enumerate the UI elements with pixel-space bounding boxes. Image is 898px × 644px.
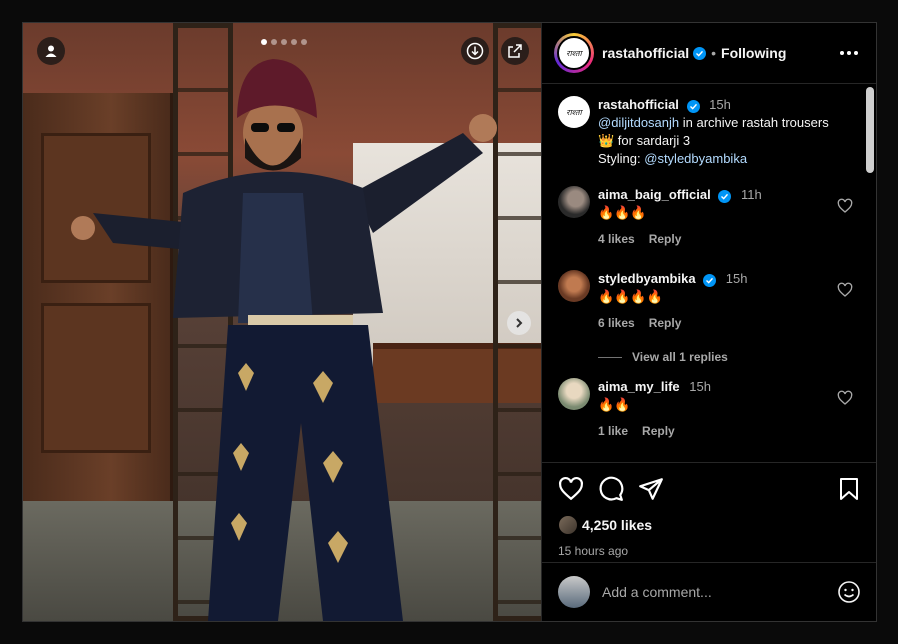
- share-out-icon: [508, 44, 522, 58]
- comment-item: styledbyambika 15h 🔥🔥🔥🔥 6 likes Reply: [558, 270, 861, 332]
- author-avatar[interactable]: राश्ता: [554, 33, 594, 73]
- comment-time: 11h: [740, 187, 762, 202]
- chevron-right-icon: [516, 318, 523, 328]
- author-avatar-image: राश्ता: [557, 36, 591, 70]
- comment-time: 15h: [689, 379, 711, 394]
- tagged-users-button[interactable]: [37, 37, 65, 65]
- liker-avatar: [558, 515, 578, 535]
- comment-item: aima_baig_official 11h 🔥🔥🔥 4 likes Reply: [558, 186, 861, 248]
- comment-body: aima_baig_official 11h 🔥🔥🔥 4 likes Reply: [598, 186, 836, 248]
- person-photo: [71, 59, 497, 621]
- comment-likes[interactable]: 1 like: [598, 422, 628, 440]
- open-external-button[interactable]: [501, 37, 529, 65]
- more-icon: [840, 51, 844, 55]
- comment-item: aima_my_life 15h 🔥🔥 1 like Reply: [558, 378, 861, 440]
- comment-text: 🔥🔥🔥: [598, 205, 647, 220]
- action-bar: [558, 475, 861, 503]
- view-replies-label: View all 1 replies: [632, 350, 728, 364]
- comment-likes[interactable]: 4 likes: [598, 230, 635, 248]
- verified-badge-icon: [693, 46, 707, 60]
- add-comment-bar: [542, 562, 876, 621]
- carousel-dot: [291, 39, 297, 45]
- comments-scrollbar[interactable]: [866, 87, 874, 173]
- likes-count[interactable]: 4,250 likes: [582, 517, 652, 533]
- emoji-icon[interactable]: [837, 580, 861, 604]
- post-side-panel: राश्ता rastahofficial • Following राश्ता…: [541, 23, 876, 621]
- heart-icon[interactable]: [837, 282, 853, 298]
- post-header: राश्ता rastahofficial • Following: [542, 23, 876, 84]
- bookmark-icon[interactable]: [837, 476, 861, 502]
- comment-username[interactable]: aima_baig_official: [598, 187, 711, 202]
- comment-body: styledbyambika 15h 🔥🔥🔥🔥 6 likes Reply: [598, 270, 836, 332]
- comment-text: 🔥🔥🔥🔥: [598, 289, 663, 304]
- brand-logo: राश्ता: [566, 107, 582, 117]
- heart-icon[interactable]: [558, 476, 584, 502]
- verified-badge-icon: [718, 190, 732, 203]
- mention-link[interactable]: @diljitdosanjh: [598, 115, 679, 130]
- comment-username[interactable]: styledbyambika: [598, 271, 696, 286]
- more-options-button[interactable]: [834, 45, 864, 61]
- verified-badge-icon: [686, 100, 700, 113]
- comments-list[interactable]: राश्ता rastahofficial 15h @diljitdosanjh…: [542, 84, 876, 462]
- carousel-dot: [261, 39, 267, 45]
- post-actions: 4,250 likes 15 hours ago: [542, 462, 876, 562]
- caption-time: 15h: [709, 97, 731, 112]
- avatar[interactable]: राश्ता: [558, 96, 590, 128]
- brand-logo: राश्ता: [566, 48, 582, 58]
- carousel-dot: [301, 39, 307, 45]
- caption-text: Styling:: [598, 151, 645, 166]
- send-icon[interactable]: [638, 476, 664, 502]
- divider: [598, 356, 622, 358]
- separator-dot: •: [711, 45, 717, 61]
- download-button[interactable]: [461, 37, 489, 65]
- download-icon: [466, 42, 484, 60]
- carousel-dot: [281, 39, 287, 45]
- next-slide-button[interactable]: [507, 311, 531, 335]
- comment-body: aima_my_life 15h 🔥🔥 1 like Reply: [598, 378, 836, 440]
- view-replies-button[interactable]: View all 1 replies: [598, 350, 861, 364]
- reply-button[interactable]: Reply: [649, 314, 682, 332]
- post-media[interactable]: [23, 23, 541, 621]
- user-icon: [45, 45, 57, 57]
- post-dialog: राश्ता rastahofficial • Following राश्ता…: [22, 22, 877, 622]
- reply-button[interactable]: Reply: [642, 422, 675, 440]
- reply-button[interactable]: Reply: [649, 230, 682, 248]
- comment-meta: 6 likes Reply: [598, 314, 836, 332]
- avatar[interactable]: [558, 378, 590, 410]
- caption-username[interactable]: rastahofficial: [598, 97, 679, 112]
- caption-text: in archive rastah trousers: [679, 115, 829, 130]
- following-button[interactable]: Following: [721, 45, 786, 61]
- comment-text: 🔥🔥: [598, 397, 631, 412]
- comment-icon[interactable]: [598, 476, 624, 502]
- avatar[interactable]: [558, 186, 590, 218]
- comment-meta: 1 like Reply: [598, 422, 836, 440]
- carousel-dot: [271, 39, 277, 45]
- mention-link[interactable]: @styledbyambika: [644, 151, 747, 166]
- likes-summary[interactable]: 4,250 likes: [558, 515, 861, 535]
- current-user-avatar: [558, 576, 590, 608]
- caption-body: rastahofficial 15h @diljitdosanjh in arc…: [598, 96, 836, 168]
- carousel-indicator: [261, 39, 307, 45]
- caption-text: 👑 for sardarji 3: [598, 133, 691, 148]
- comment-username[interactable]: aima_my_life: [598, 379, 680, 394]
- avatar[interactable]: [558, 270, 590, 302]
- heart-icon[interactable]: [837, 390, 853, 406]
- post-caption: राश्ता rastahofficial 15h @diljitdosanjh…: [558, 96, 861, 168]
- author-username[interactable]: rastahofficial: [602, 45, 689, 61]
- comment-time: 15h: [725, 271, 748, 286]
- comment-meta: 4 likes Reply: [598, 230, 836, 248]
- verified-badge-icon: [703, 274, 717, 287]
- comment-likes[interactable]: 6 likes: [598, 314, 635, 332]
- heart-icon[interactable]: [837, 198, 853, 214]
- comment-input[interactable]: [602, 584, 822, 600]
- posted-time: 15 hours ago: [558, 544, 629, 558]
